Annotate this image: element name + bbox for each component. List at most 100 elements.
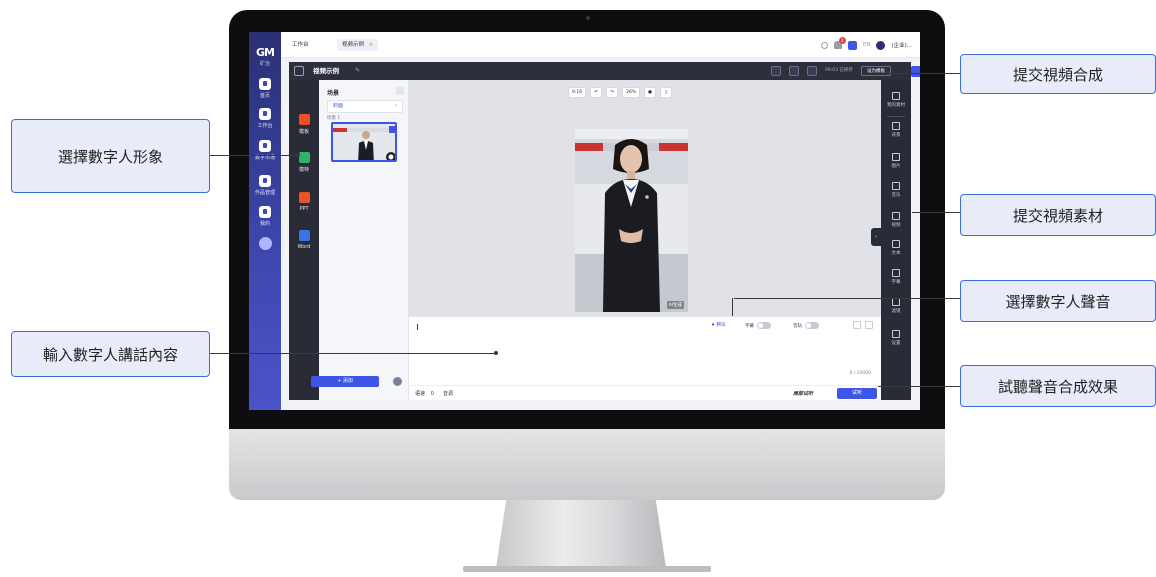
- project-title: 视频示例: [313, 67, 339, 75]
- tool-word[interactable]: Word: [289, 230, 319, 250]
- sidebar-item-label: 工作台: [257, 123, 273, 129]
- tab-video-example[interactable]: 视频示例 ×: [337, 39, 379, 51]
- language-label[interactable]: EN: [863, 42, 871, 48]
- asset-image[interactable]: 图片: [881, 153, 911, 169]
- image-icon: [892, 153, 900, 161]
- connector-line: [210, 353, 496, 354]
- script-bottom-bar: 语速 0 音调 局部试听 试听: [409, 385, 881, 401]
- asset-label: 视频: [891, 223, 901, 228]
- tool-column: 模板 模特 PPT Word: [289, 80, 319, 400]
- canvas-area: 9:16 ↶ ↷ 26% ● ▯ AI生成: [409, 80, 881, 316]
- callout-select-avatar: 選擇數字人形象: [11, 119, 210, 193]
- tab-label: 视频示例: [342, 42, 365, 48]
- avatar[interactable]: [876, 40, 886, 50]
- tool-label: Word: [297, 244, 311, 250]
- sidebar-item-works[interactable]: 作品管理: [249, 175, 281, 196]
- collapse-icon[interactable]: [396, 87, 404, 95]
- partial-listen-option[interactable]: 局部试听: [793, 390, 813, 397]
- asset-label: 图片: [891, 164, 901, 169]
- sidebar-item-mine[interactable]: 我的: [249, 206, 281, 227]
- sidebar-item-workbench[interactable]: 工作台: [249, 108, 281, 129]
- voice-selector[interactable]: ♦ 腾讯: [711, 322, 725, 328]
- connector-line: [734, 298, 960, 299]
- subtitle-toggle[interactable]: 字幕: [745, 322, 771, 329]
- scene-thumbnail[interactable]: [331, 122, 397, 162]
- template-icon: [298, 114, 310, 125]
- pencil-icon[interactable]: ✎: [355, 67, 361, 74]
- asset-music[interactable]: 音乐: [881, 182, 911, 198]
- tab-workbench[interactable]: 工作台: [287, 39, 314, 51]
- video-preview[interactable]: AI生成: [575, 129, 688, 312]
- market-icon: [259, 140, 271, 152]
- chevron-left-icon[interactable]: ‹: [871, 228, 881, 246]
- connector-dot: [886, 71, 890, 75]
- tool-ppt[interactable]: PPT: [289, 192, 319, 212]
- toggle-switch[interactable]: [757, 322, 771, 329]
- sidebar-item-label: 我的: [259, 221, 270, 227]
- copy-icon[interactable]: [789, 66, 799, 76]
- sidebar-item-label: 作品管理: [254, 190, 275, 196]
- connector-dot: [296, 153, 300, 157]
- monitor-stand: [496, 500, 666, 568]
- top-bar: 工作台 视频示例 × 2 EN (企业)...: [281, 32, 920, 58]
- pitch-control[interactable]: 音调: [443, 390, 453, 397]
- compose-button[interactable]: 合成: [911, 66, 920, 77]
- asset-video[interactable]: 视频: [881, 212, 911, 228]
- user-name[interactable]: (企业)...: [891, 41, 912, 49]
- speed-value: 0: [430, 391, 434, 397]
- bell-icon[interactable]: 2: [833, 37, 846, 49]
- asset-label: 文本: [891, 251, 901, 256]
- sidebar-item-home[interactable]: 首页: [249, 78, 281, 99]
- clock-icon[interactable]: [820, 41, 828, 49]
- expand-icon[interactable]: [865, 321, 873, 329]
- asset-filter[interactable]: 滤镜: [881, 298, 911, 314]
- tool-template[interactable]: 模板: [289, 114, 319, 135]
- asset-background[interactable]: 背景: [881, 122, 911, 138]
- asset-label: 字幕: [891, 280, 901, 285]
- add-scene-button[interactable]: + 添加: [311, 376, 379, 387]
- aspect-ratio-button[interactable]: 9:16: [568, 87, 587, 98]
- monitor-chin: [229, 429, 945, 500]
- sidebar-item-market[interactable]: 数字市场: [249, 140, 281, 161]
- save-icon[interactable]: [807, 66, 817, 76]
- gear-icon[interactable]: [393, 377, 402, 386]
- script-input[interactable]: [417, 324, 418, 330]
- list-icon[interactable]: [771, 66, 781, 76]
- undo-icon[interactable]: ↶: [590, 87, 603, 98]
- brush-icon[interactable]: ●: [644, 87, 657, 98]
- callout-preview-voice: 試聽聲音合成效果: [960, 365, 1156, 407]
- tab-label: 工作台: [292, 42, 309, 48]
- connector-line: [912, 212, 960, 213]
- grid-icon[interactable]: [294, 66, 304, 76]
- asset-subtitle[interactable]: 字幕: [881, 269, 911, 285]
- model-icon: [298, 152, 310, 163]
- help-icon[interactable]: [259, 237, 272, 250]
- speed-control[interactable]: 语速 0: [415, 390, 434, 397]
- fit-screen-icon[interactable]: ▯: [660, 87, 673, 98]
- canvas-toolbar: 9:16 ↶ ↷ 26% ● ▯: [568, 87, 673, 98]
- tool-label: PPT: [299, 206, 309, 212]
- asset-label: 音乐: [891, 193, 901, 198]
- monitor-base: [463, 566, 711, 572]
- home-icon: [259, 78, 271, 90]
- subtitle-label: 字幕: [745, 323, 754, 329]
- listen-button[interactable]: 试听: [837, 388, 877, 399]
- asset-label: 设置: [891, 341, 901, 346]
- toggle-switch[interactable]: [805, 322, 819, 329]
- asset-my-material[interactable]: 我的素材: [881, 92, 911, 108]
- connector-line: [732, 298, 733, 316]
- gear-icon: [892, 330, 900, 338]
- redo-icon[interactable]: ↷: [606, 87, 619, 98]
- zoom-level[interactable]: 26%: [622, 87, 641, 98]
- close-icon[interactable]: ×: [369, 42, 373, 48]
- scene-panel-title: 场景: [327, 90, 340, 97]
- brand-subtitle: 矿治: [259, 61, 270, 67]
- filter-icon: [892, 298, 900, 306]
- cover-tab[interactable]: 封面 ›: [327, 100, 403, 113]
- asset-settings[interactable]: 设置: [881, 330, 911, 346]
- language-icon[interactable]: [847, 40, 857, 50]
- asset-text[interactable]: 文本: [881, 240, 911, 256]
- grid-small-icon[interactable]: [853, 321, 861, 329]
- pitch-label: 音调: [443, 391, 454, 397]
- bgm-toggle[interactable]: 音轨: [793, 322, 819, 329]
